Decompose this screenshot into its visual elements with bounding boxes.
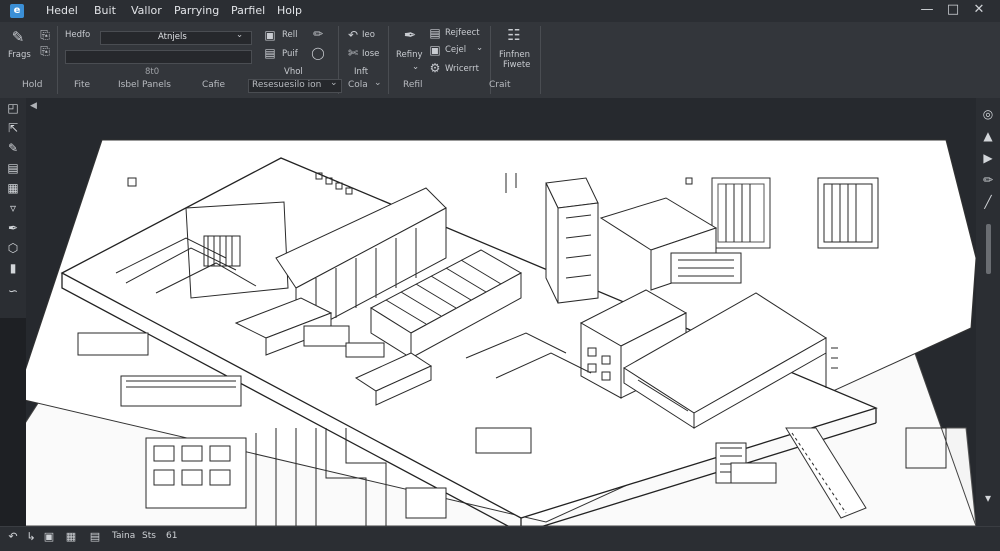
wricerrt-button[interactable]: Wricerrt: [445, 64, 479, 74]
grid-toggle-icon[interactable]: ▣: [42, 530, 56, 544]
frame-icon[interactable]: ▤: [263, 46, 277, 60]
shape-icon[interactable]: ◯: [311, 46, 325, 60]
maximize-icon[interactable]: □: [944, 2, 962, 17]
inft-button[interactable]: Inft: [354, 67, 368, 77]
isometric-drawing[interactable]: [26, 98, 976, 526]
status-text-2: Sts: [142, 531, 156, 541]
play-icon[interactable]: ▶: [980, 150, 996, 166]
globe-icon[interactable]: ◎: [980, 106, 996, 122]
menu-item-1[interactable]: Hedel: [46, 4, 78, 17]
pen-icon[interactable]: ✒: [5, 220, 21, 236]
chevron-down-icon[interactable]: ⌄: [412, 62, 419, 72]
bucket-icon[interactable]: ▣: [428, 43, 442, 57]
group-label-cafie: Cafie: [202, 80, 226, 90]
layers-icon[interactable]: ▤: [5, 160, 21, 176]
chevron-down-icon[interactable]: ⌄: [330, 78, 338, 88]
document-icon[interactable]: ▤: [428, 26, 442, 40]
rejfeect-button[interactable]: Rejfeect: [445, 28, 480, 38]
puif-button[interactable]: Puif: [282, 49, 298, 59]
create-button-line2[interactable]: Fiwete: [503, 60, 530, 70]
menu-item-4[interactable]: Parrying: [174, 4, 219, 17]
polar-icon[interactable]: ▤: [88, 530, 102, 544]
scale-value: 8t0: [145, 67, 160, 77]
menu-item-2[interactable]: Buit: [94, 4, 116, 17]
settings-icon[interactable]: ⚙: [428, 61, 442, 75]
scroll-down-icon[interactable]: ▾: [980, 490, 996, 506]
paint-icon[interactable]: ▲: [980, 128, 996, 144]
group-label-crait: Crait: [489, 80, 511, 90]
curve-icon[interactable]: ∽: [5, 283, 21, 299]
fill-icon[interactable]: ▮: [5, 260, 21, 276]
group-label-isbel-panels: Isbel Panels: [118, 80, 171, 90]
iose-button[interactable]: Iose: [362, 49, 379, 59]
refiny-button[interactable]: Refiny: [396, 50, 423, 60]
scrollbar-thumb[interactable]: [986, 224, 991, 274]
layer-label: Hedfo: [65, 30, 91, 40]
cejel-button[interactable]: Cejel: [445, 45, 466, 55]
scissors-icon[interactable]: ✄: [346, 46, 360, 60]
object-snap-icon[interactable]: ▦: [64, 530, 78, 544]
menu-item-5[interactable]: Parfiel: [231, 4, 265, 17]
chevron-down-icon[interactable]: ⌄: [476, 43, 483, 53]
refresh-icon[interactable]: ▣: [263, 28, 277, 42]
chevron-down-icon[interactable]: ⌄: [374, 78, 382, 88]
grid-icon[interactable]: ▦: [5, 180, 21, 196]
minimize-icon[interactable]: —: [918, 2, 936, 17]
status-text-1: Taina: [112, 531, 136, 541]
close-icon[interactable]: ✕: [970, 2, 988, 17]
group-label-refil: Refil: [403, 80, 423, 90]
move-icon[interactable]: ⇱: [5, 120, 21, 136]
app-logo[interactable]: e: [10, 4, 24, 18]
pen-tool-icon[interactable]: ✒: [403, 28, 417, 43]
create-button-line1[interactable]: Finfnen: [499, 50, 530, 60]
paste-icon[interactable]: ⎘: [38, 28, 52, 42]
select-icon[interactable]: ◰: [5, 100, 21, 116]
layer-dropdown-value: Atnjels: [158, 32, 187, 42]
separator: [388, 26, 389, 94]
status-text-3: 61: [166, 531, 178, 541]
resource-dropdown-value: Resesuesilo ion: [252, 80, 322, 90]
edit-icon[interactable]: ✎: [5, 140, 21, 156]
copy-icon[interactable]: ⎘: [38, 44, 52, 58]
cursor-icon[interactable]: ↶: [346, 28, 360, 42]
brush-icon[interactable]: ✏: [311, 27, 325, 41]
menu-item-6[interactable]: Holp: [277, 4, 302, 17]
vhol-button[interactable]: Vhol: [284, 67, 303, 77]
rell-button[interactable]: Rell: [282, 30, 297, 40]
property-field[interactable]: [65, 50, 252, 64]
ortho-icon[interactable]: ↳: [24, 530, 38, 544]
frags-icon[interactable]: ✎: [11, 30, 25, 45]
shape-icon[interactable]: ⬡: [5, 240, 21, 256]
frags-button[interactable]: Frags: [8, 50, 31, 60]
line-icon[interactable]: ╱: [980, 194, 996, 210]
group-label-fite: Fite: [74, 80, 91, 90]
separator: [540, 26, 541, 94]
menu-item-3[interactable]: Vallor: [131, 4, 162, 17]
export-icon[interactable]: ☷: [507, 28, 521, 43]
ieo-button[interactable]: Ieo: [362, 30, 375, 40]
measure-icon[interactable]: ▿: [5, 200, 21, 216]
group-label-hold: Hold: [22, 80, 43, 90]
group-label-cola: Cola: [348, 80, 368, 90]
chevron-down-icon[interactable]: ⌄: [236, 30, 243, 40]
snap-icon[interactable]: ↶: [6, 530, 20, 544]
pencil-icon[interactable]: ✏: [980, 172, 996, 188]
separator: [57, 26, 58, 94]
